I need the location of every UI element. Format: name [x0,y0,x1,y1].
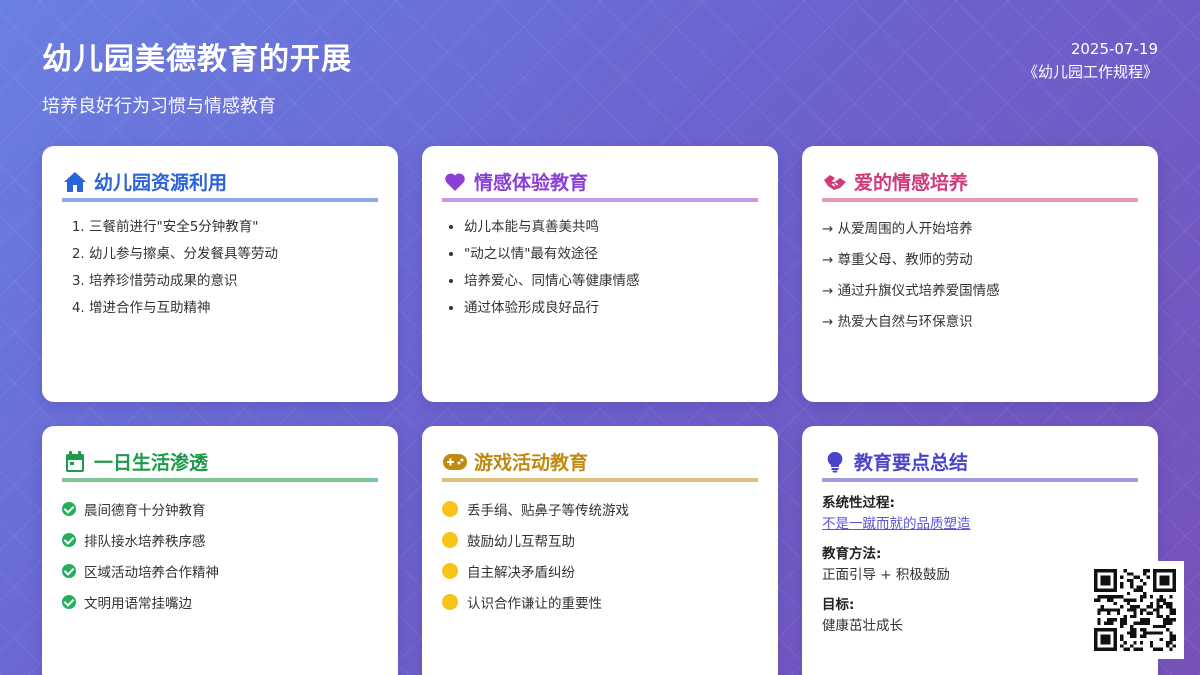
lightbulb-icon [822,450,848,474]
card-title: 一日生活渗透 [94,452,209,474]
list-item: 培养爱心、同情心等健康情感 [464,268,758,295]
yellow-dot-icon [442,593,458,610]
list-item: → 尊重父母、教师的劳动 [822,252,973,268]
check-circle-icon [62,563,76,578]
list-item: 认识合作谦让的重要性 [442,586,758,617]
calendar-icon [62,450,88,474]
page-subtitle: 培养良好行为习惯与情感教育 [42,96,276,117]
home-icon [62,170,88,194]
yellow-dot-icon [442,500,458,517]
qr-code-icon [1094,569,1176,651]
emotion-list: 幼儿本能与真善美共鸣 "动之以情"最有效途径 培养爱心、同情心等健康情感 通过体… [464,214,758,322]
source-label: 《幼儿园工作规程》 [1022,63,1158,81]
handshake-icon [822,170,848,194]
card-title: 游戏活动教育 [474,452,589,474]
love-list: → 从爱周围的人开始培养 → 尊重父母、教师的劳动 → 通过升旗仪式培养爱国情感… [822,214,1138,338]
list-item: 自主解决矛盾纠纷 [442,555,758,586]
check-circle-icon [62,594,76,609]
list-item: 培养珍惜劳动成果的意识 [89,268,378,295]
daily-list: 晨间德育十分钟教育 排队接水培养秩序感 区域活动培养合作精神 文明用语常挂嘴边 [62,493,378,617]
list-item: 通过体验形成良好品行 [464,295,758,322]
gamepad-icon [442,450,468,474]
summary-link[interactable]: 不是一蹴而就的品质塑造 [822,513,1138,535]
card-header: 爱的情感培养 [822,168,1138,202]
list-item: → 热爱大自然与环保意识 [822,314,973,330]
yellow-dot-icon [442,562,458,579]
games-list: 丢手绢、贴鼻子等传统游戏 鼓励幼儿互帮互助 自主解决矛盾纠纷 认识合作谦让的重要… [442,493,758,617]
card-title: 教育要点总结 [854,452,969,474]
date-label: 2025-07-19 [1070,40,1158,58]
check-circle-icon [62,532,76,547]
list-item: "动之以情"最有效途径 [464,241,758,268]
card-header: 一日生活渗透 [62,448,378,482]
card-love: 爱的情感培养 → 从爱周围的人开始培养 → 尊重父母、教师的劳动 → 通过升旗仪… [802,146,1158,402]
page-meta: 2025-07-19 《幼儿园工作规程》 [1023,38,1158,84]
page-title: 幼儿园美德教育的开展 [42,42,352,77]
card-title: 情感体验教育 [474,172,589,194]
list-item: 三餐前进行"安全5分钟教育" [89,214,378,241]
card-emotion: 情感体验教育 幼儿本能与真善美共鸣 "动之以情"最有效途径 培养爱心、同情心等健… [422,146,778,402]
check-circle-icon [62,501,76,516]
card-title: 幼儿园资源利用 [94,172,228,194]
card-resources: 幼儿园资源利用 三餐前进行"安全5分钟教育" 幼儿参与擦桌、分发餐具等劳动 培养… [42,146,398,402]
list-item: 丢手绢、贴鼻子等传统游戏 [442,493,758,524]
list-item: 幼儿参与擦桌、分发餐具等劳动 [89,241,378,268]
list-item: → 通过升旗仪式培养爱国情感 [822,283,1000,299]
list-item: 幼儿本能与真善美共鸣 [464,214,758,241]
list-item: 晨间德育十分钟教育 [62,493,378,524]
card-header: 游戏活动教育 [442,448,758,482]
summary-label: 系统性过程: [822,495,895,511]
card-header: 教育要点总结 [822,448,1138,482]
resources-list: 三餐前进行"安全5分钟教育" 幼儿参与擦桌、分发餐具等劳动 培养珍惜劳动成果的意… [89,214,378,322]
card-daily: 一日生活渗透 晨间德育十分钟教育 排队接水培养秩序感 区域活动培养合作精神 文明… [42,426,398,675]
card-header: 幼儿园资源利用 [62,168,378,202]
qr-code[interactable] [1086,561,1184,659]
list-item: 文明用语常挂嘴边 [62,586,378,617]
page-header: 幼儿园美德教育的开展 培养良好行为习惯与情感教育 [42,34,352,118]
list-item: 增进合作与互助精神 [89,295,378,322]
list-item: 排队接水培养秩序感 [62,524,378,555]
card-header: 情感体验教育 [442,168,758,202]
heart-icon [442,170,468,194]
list-item: 鼓励幼儿互帮互助 [442,524,758,555]
list-item: → 从爱周围的人开始培养 [822,221,973,237]
yellow-dot-icon [442,531,458,548]
card-games: 游戏活动教育 丢手绢、贴鼻子等传统游戏 鼓励幼儿互帮互助 自主解决矛盾纠纷 认识… [422,426,778,675]
card-title: 爱的情感培养 [854,172,969,194]
list-item: 区域活动培养合作精神 [62,555,378,586]
